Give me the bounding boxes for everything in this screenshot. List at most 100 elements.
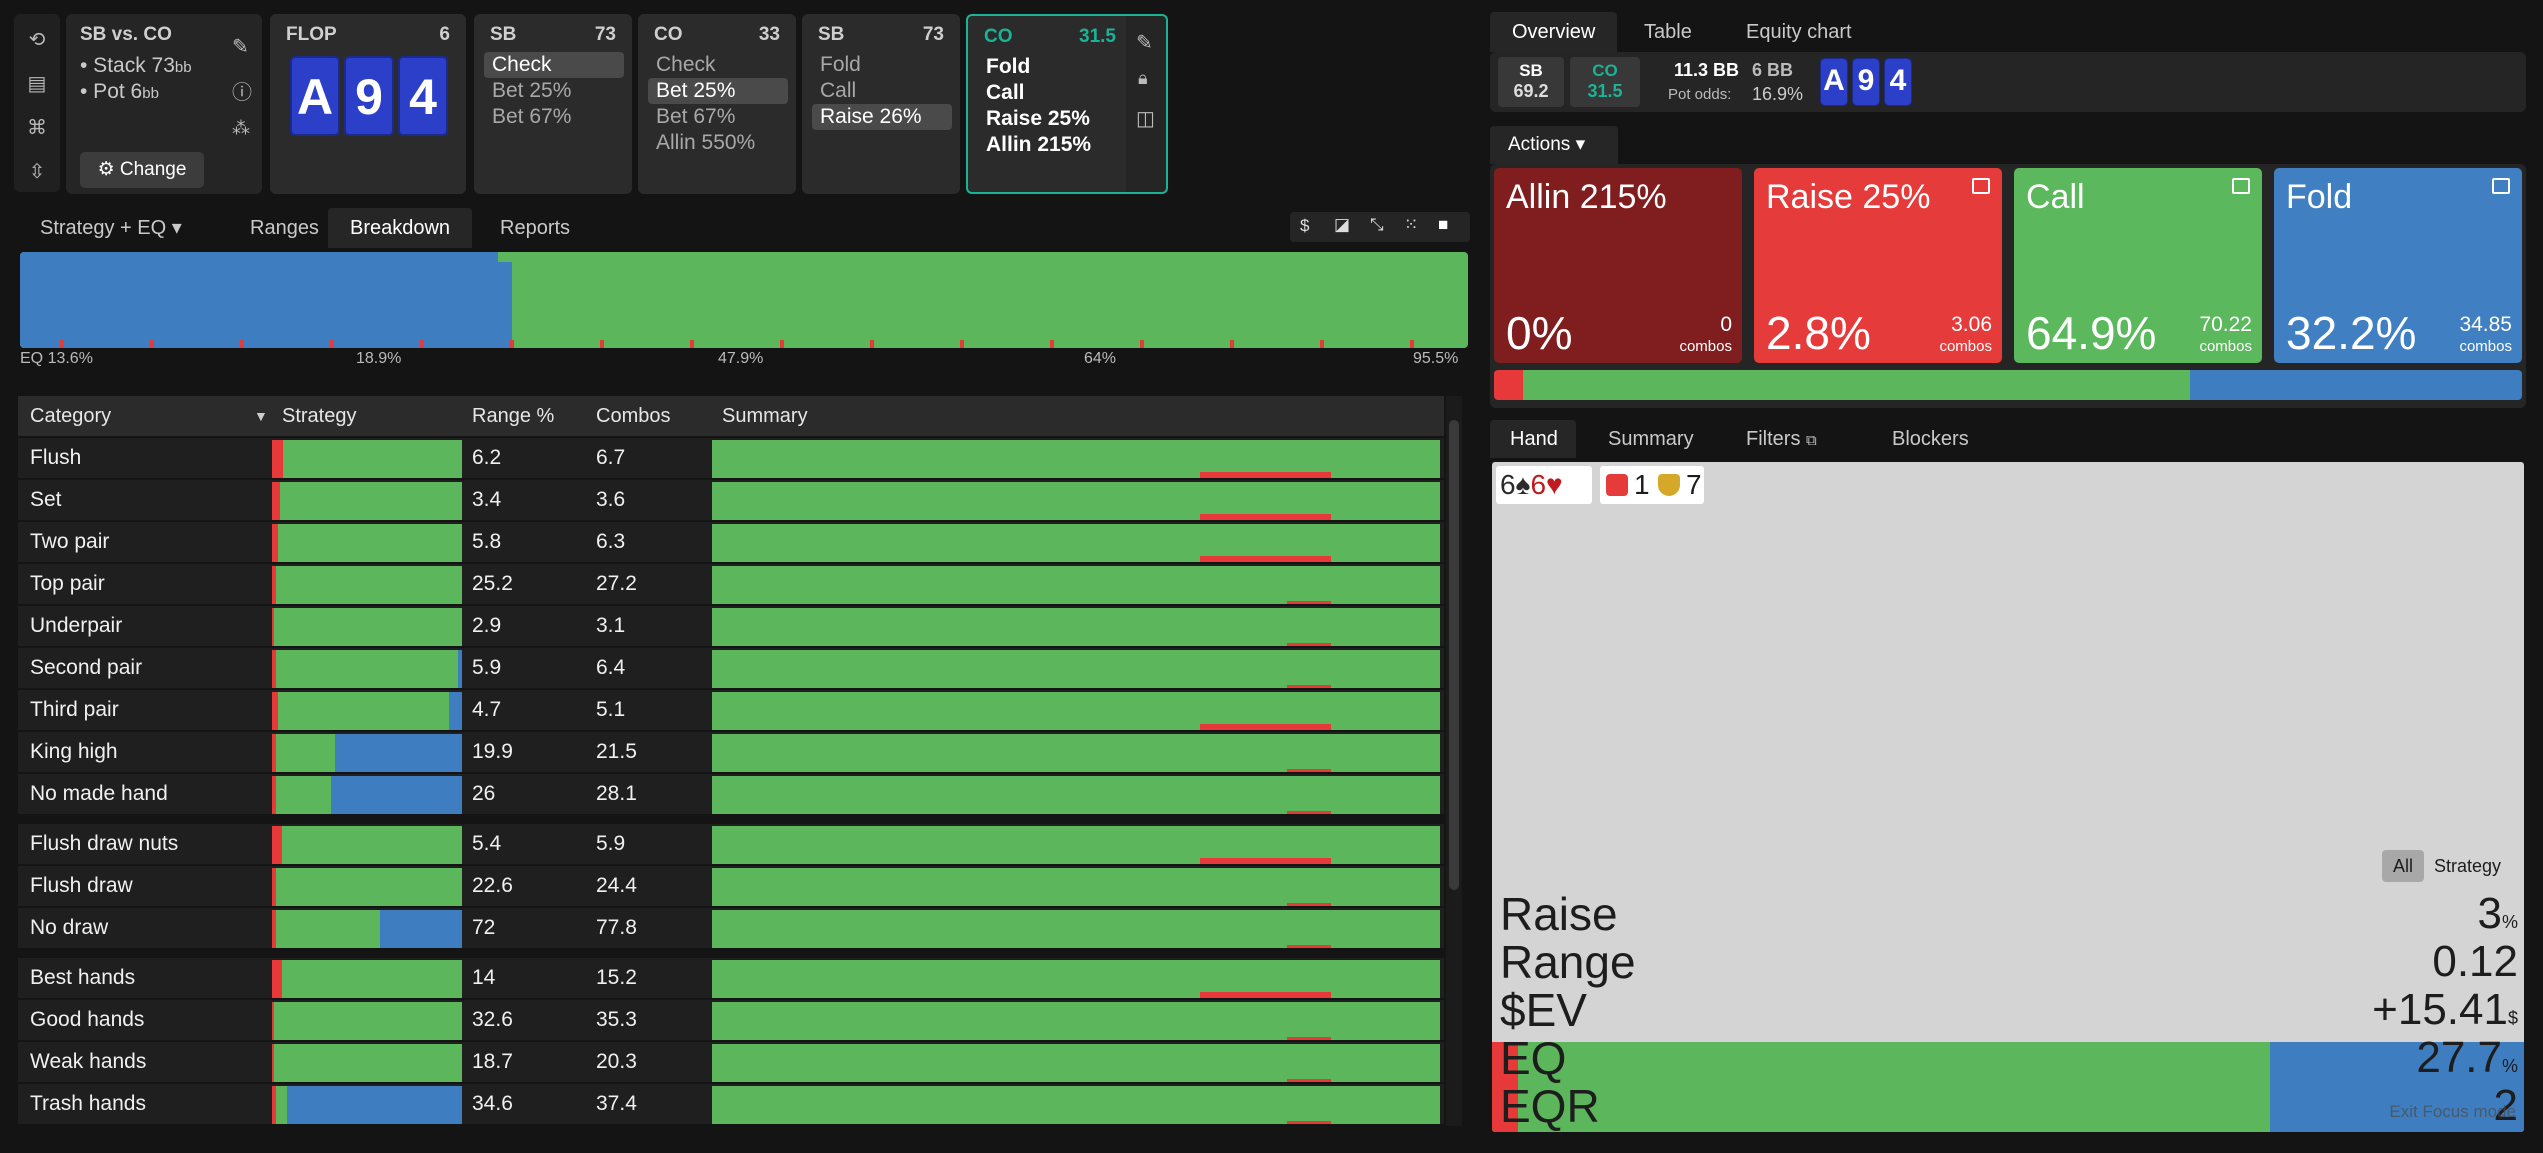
table-row[interactable]: Best hands 14 15.2 (18, 958, 1444, 998)
table-row[interactable]: Second pair 5.9 6.4 (18, 648, 1444, 688)
edit-icon[interactable]: ✎ (1136, 30, 1153, 55)
table-row[interactable]: Two pair 5.8 6.3 (18, 522, 1444, 562)
option-check[interactable]: Check (648, 52, 724, 78)
sb-action-card[interactable]: SB 73 Check Bet 25% Bet 67% (474, 14, 632, 194)
option-fold[interactable]: Fold (812, 52, 869, 78)
tab-overview[interactable]: Overview (1490, 12, 1618, 52)
actions-dropdown[interactable]: Actions ▾ (1490, 126, 1618, 164)
table-row[interactable]: Weak hands 18.7 20.3 (18, 1042, 1444, 1082)
sort-icon[interactable]: ▼ (254, 396, 268, 436)
tab-equity-chart[interactable]: Equity chart (1724, 12, 1874, 52)
strategy-bar (272, 524, 462, 562)
table-row[interactable]: King high 19.9 21.5 (18, 732, 1444, 772)
change-button[interactable]: ⚙ Change (80, 152, 204, 188)
sb-equity-box: SB 69.2 (1498, 57, 1564, 107)
header-combos[interactable]: Combos (596, 396, 670, 436)
compress-icon[interactable]: ⤡ (1370, 215, 1384, 235)
table-row[interactable]: Good hands 32.6 35.3 (18, 1000, 1444, 1040)
co-current-card[interactable]: CO 31.5 Fold Call Raise 25% Allin 215% ✎… (966, 14, 1168, 194)
lock-icon[interactable]: 🔒︎ (1138, 68, 1148, 89)
category-label: Weak hands (30, 1050, 147, 1073)
tab-ranges[interactable]: Ranges (228, 208, 341, 248)
action-card-raise-25[interactable]: Raise 25% 2.8% 3.06 combos (1754, 168, 2002, 363)
action-card-call[interactable]: Call 64.9% 70.22 combos (2014, 168, 2262, 363)
table-row[interactable]: Set 3.4 3.6 (18, 480, 1444, 520)
table-row[interactable]: No draw 72 77.8 (18, 908, 1444, 948)
combos-value: 27.2 (596, 572, 637, 595)
player-stack: 31.5 (1079, 26, 1116, 47)
tab-strategy-eq[interactable]: Strategy + EQ ▾ (18, 208, 204, 248)
strategy-bar (272, 1086, 462, 1124)
action-frequency: 64.9% (2026, 307, 2157, 359)
raise-marks (20, 340, 1468, 348)
option-fold[interactable]: Fold (978, 54, 1038, 80)
details-icon[interactable] (2492, 178, 2510, 194)
gamepad-icon[interactable]: ⌘ (14, 116, 60, 140)
square-icon[interactable]: ■ (1438, 215, 1448, 235)
edit-icon[interactable]: ✎ (232, 34, 249, 59)
option-bet25[interactable]: Bet 25% (648, 78, 788, 104)
board-card: A (290, 56, 340, 136)
pot-info: • Pot 6bb (80, 80, 159, 103)
details-icon[interactable] (2232, 178, 2250, 194)
range-value: 4.7 (472, 698, 502, 721)
dollar-icon[interactable]: $ (1300, 216, 1309, 236)
table-row[interactable]: Underpair 2.9 3.1 (18, 606, 1444, 646)
strategy-bar (272, 692, 462, 730)
header-category[interactable]: Category (30, 396, 111, 436)
table-row[interactable]: Flush draw 22.6 24.4 (18, 866, 1444, 906)
tab-breakdown[interactable]: Breakdown (328, 208, 473, 248)
combos-value: 28.1 (596, 782, 637, 805)
details-icon[interactable] (1972, 178, 1990, 194)
exit-focus-mode[interactable]: Exit Focus mode (2389, 1102, 2516, 1122)
tab-hand[interactable]: Hand (1510, 422, 1558, 456)
table-row[interactable]: Flush 6.2 6.7 (18, 438, 1444, 478)
nodes-icon[interactable]: ⁂ (232, 118, 250, 139)
strategy-bar (272, 910, 462, 948)
header-summary[interactable]: Summary (722, 396, 808, 436)
option-bet67[interactable]: Bet 67% (648, 104, 743, 130)
scrollbar-thumb[interactable] (1449, 420, 1459, 890)
option-allin[interactable]: Allin 215% (978, 132, 1099, 158)
option-raise[interactable]: Raise 26% (812, 104, 952, 130)
toggle-all[interactable]: All (2382, 850, 2424, 882)
table-row[interactable]: Third pair 4.7 5.1 (18, 690, 1444, 730)
header-range[interactable]: Range % (472, 396, 554, 436)
tab-reports[interactable]: Reports (478, 208, 592, 248)
sb-action-card-2[interactable]: SB 73 Fold Call Raise 26% (802, 14, 960, 194)
align-icon[interactable]: ⇳ (14, 160, 60, 184)
table-row[interactable]: Flush draw nuts 5.4 5.9 (18, 824, 1444, 864)
action-card-fold[interactable]: Fold 32.2% 34.85 combos (2274, 168, 2522, 363)
tab-table[interactable]: Table (1622, 12, 1714, 52)
contrast-icon[interactable]: ◪ (1334, 215, 1350, 235)
action-card-allin-215[interactable]: Allin 215% 0% 0 combos (1494, 168, 1742, 363)
option-check[interactable]: Check (484, 52, 624, 78)
info-icon[interactable]: ⓘ (232, 76, 252, 105)
option-call[interactable]: Call (812, 78, 864, 104)
co-action-card[interactable]: CO 33 Check Bet 25% Bet 67% Allin 550% (638, 14, 796, 194)
grid-icon[interactable]: ⁙ (1404, 215, 1418, 235)
option-call[interactable]: Call (978, 80, 1033, 106)
save-icon[interactable]: ▤ (14, 72, 60, 96)
table-row[interactable]: No made hand 26 28.1 (18, 774, 1444, 814)
toggle-strategy[interactable]: Strategy (2434, 850, 2501, 882)
tab-summary[interactable]: Summary (1608, 422, 1694, 456)
option-bet67[interactable]: Bet 67% (484, 104, 579, 130)
category-label: Flush draw (30, 874, 133, 897)
range-value: 34.6 (472, 1092, 513, 1115)
matchup-title: SB vs. CO (80, 24, 172, 45)
range-value: 14 (472, 966, 496, 989)
header-strategy[interactable]: Strategy (282, 396, 356, 436)
option-raise[interactable]: Raise 25% (978, 106, 1098, 132)
tab-filters[interactable]: Filters ⧉ (1746, 422, 1817, 458)
undo-icon[interactable]: ⟲ (14, 28, 60, 52)
option-bet25[interactable]: Bet 25% (484, 78, 579, 104)
option-allin[interactable]: Allin 550% (648, 130, 763, 156)
tab-blockers[interactable]: Blockers (1892, 422, 1969, 456)
table-scrollbar[interactable] (1446, 396, 1462, 1126)
table-row[interactable]: Trash hands 34.6 37.4 (18, 1084, 1444, 1124)
split-icon[interactable]: ◫ (1136, 106, 1155, 131)
table-row[interactable]: Top pair 25.2 27.2 (18, 564, 1444, 604)
action-combos: 3.06 combos (1939, 313, 1992, 356)
flop-panel[interactable]: FLOP 6 A 9 4 (270, 14, 466, 194)
